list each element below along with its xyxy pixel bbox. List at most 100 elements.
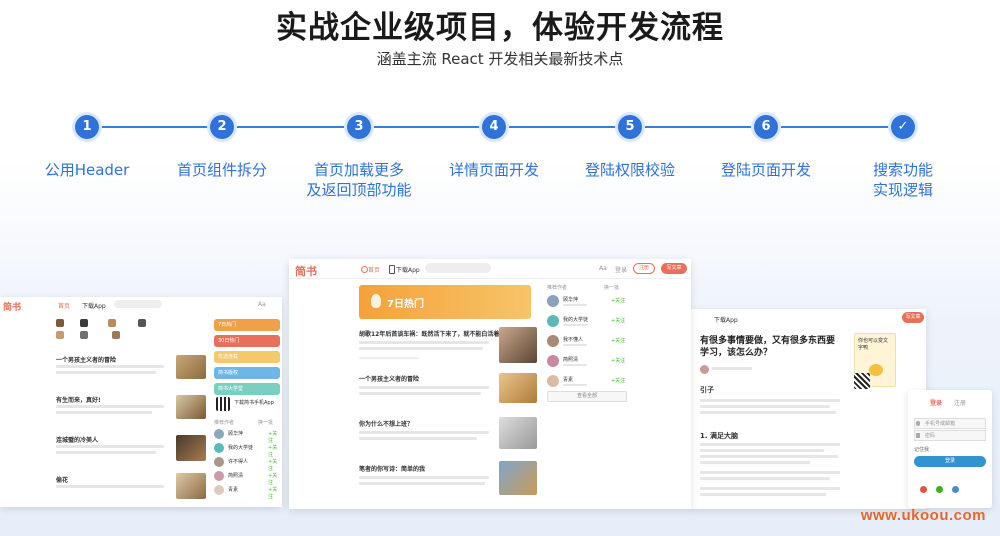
step-6-label: 登陆页面开发: [720, 161, 811, 179]
watermark: www.ukoou.com: [860, 507, 986, 524]
logo: 简书: [3, 303, 22, 313]
article-2-title[interactable]: 一个男孩主义者的冒险: [359, 374, 419, 383]
author-3[interactable]: 我不懂人: [563, 336, 583, 343]
left-follow-2: +关注: [268, 445, 278, 458]
nav-login-center[interactable]: 登录: [615, 265, 627, 274]
article-4-title[interactable]: 笔者的你写诗：简单的我: [359, 464, 425, 473]
step-5-dot: 5: [618, 115, 642, 139]
step-2-dot: 2: [210, 115, 234, 139]
nav-app-detail: 下载App: [714, 317, 738, 324]
left-follow-1: +关注: [268, 431, 278, 444]
view-all-authors-button[interactable]: 查看全部: [547, 391, 627, 402]
login-tab[interactable]: 登录: [930, 398, 942, 407]
follow-2[interactable]: +关注: [611, 317, 625, 324]
login-card: 登录 注册 手机号或邮箱 密码 记住我 登录: [908, 390, 992, 508]
signup-button-center[interactable]: 注册: [633, 263, 655, 274]
remember-me[interactable]: 记住我: [914, 446, 929, 453]
username-input[interactable]: 手机号或邮箱: [914, 418, 986, 429]
left-article-3-thumb: [176, 435, 206, 461]
nav-aa-center[interactable]: Aa: [599, 265, 607, 272]
left-banner-5: 简书大学堂: [214, 383, 280, 395]
page-subtitle: 涵盖主流 React 开发相关最新技术点: [376, 50, 624, 68]
logo-center: 简书: [295, 265, 317, 278]
left-article-4-thumb: [176, 473, 206, 499]
article-4-thumb[interactable]: [499, 461, 537, 495]
login-button[interactable]: 登录: [914, 456, 986, 467]
step-6-dot: 6: [754, 115, 778, 139]
detail-section-1: 1. 满足大脑: [700, 432, 738, 440]
detail-section-intro: 引子: [700, 386, 714, 394]
article-3-title[interactable]: 你为什么不想上班？: [359, 419, 413, 428]
left-article-4-title: 偷花: [56, 477, 69, 484]
hot-banner[interactable]: 7日热门: [359, 285, 531, 319]
qr-code-icon-detail: [854, 373, 870, 389]
article-2-thumb[interactable]: [499, 373, 537, 403]
recommend-title: 推荐作者: [547, 285, 568, 291]
nav-app-center[interactable]: 下载App: [396, 265, 420, 274]
left-article-1-thumb: [176, 355, 206, 379]
article-1-thumb[interactable]: [499, 327, 537, 363]
page-title: 实战企业级项目，体验开发流程: [276, 10, 724, 46]
article-3-thumb[interactable]: [499, 417, 537, 449]
follow-3[interactable]: +关注: [611, 337, 625, 344]
left-article-1-title: 一个男孩主义者的冒险: [56, 357, 117, 364]
step-4-label: 详情页面开发: [448, 161, 539, 179]
left-article-2-title: 有生而来，真好!: [56, 397, 101, 404]
left-author-4: 简照清: [228, 473, 244, 479]
fire-icon: [371, 294, 381, 308]
left-author-5: 青素: [228, 487, 239, 493]
download-app-text: 下载简书手机App: [234, 400, 274, 406]
left-author-3: 许不得人: [228, 459, 249, 465]
recommend-change[interactable]: 换一批: [604, 284, 619, 291]
author-2[interactable]: 我的大学徒: [563, 316, 588, 323]
ad-text: 你也可以变文字鸭: [858, 338, 889, 351]
left-follow-3: +关注: [268, 459, 278, 472]
step-3-label: 首页加载更多 及返回顶部功能: [306, 161, 412, 199]
left-banner-3: 优选连载: [214, 351, 280, 363]
step-5-label: 登陆权限校验: [584, 161, 675, 179]
home-screenshot-left: 简书 首页 下载App Aa 一个男孩主义者的冒险 有生而来，真好! 连城璧的冷…: [0, 297, 282, 507]
nav-home-center[interactable]: 首页: [368, 265, 380, 274]
left-banner-4: 简书版权: [214, 367, 280, 379]
article-1-title[interactable]: 胡歌12年后首谈车祸：既然活下来了，就不能白活着: [359, 329, 499, 338]
hot-banner-label: 7日热门: [387, 299, 424, 310]
step-4-dot: 4: [482, 115, 506, 139]
password-input[interactable]: 密码: [914, 430, 986, 441]
search-input: [114, 300, 162, 308]
step-7-check-icon: ✓: [891, 115, 915, 139]
step-1-dot: 1: [75, 115, 99, 139]
user-icon: [916, 421, 920, 426]
follow-4[interactable]: +关注: [611, 357, 625, 364]
detail-screenshot: 下载App 写文章 有很多事情要做，又有很多东西要学习，该怎么办？ 引子 1. …: [690, 309, 926, 509]
topic-row: [56, 319, 186, 339]
left-banner-2: 30日热门: [214, 335, 280, 347]
step-2-label: 首页组件拆分: [176, 161, 267, 179]
step-1-label: 公用Header: [44, 161, 130, 179]
write-button-detail: 写文章: [902, 312, 924, 323]
weibo-icon[interactable]: [920, 486, 927, 493]
left-article-2-thumb: [176, 395, 206, 419]
left-author-2: 我的大学徒: [228, 445, 254, 451]
wechat-icon[interactable]: [936, 486, 943, 493]
left-article-3-title: 连城璧的冷美人: [56, 437, 99, 444]
left-follow-5: +关注: [268, 487, 278, 500]
left-recommend-title: 推荐作者: [214, 420, 235, 426]
author-4[interactable]: 简照清: [563, 356, 578, 363]
author-1[interactable]: 顾华萍: [563, 296, 578, 303]
write-button-center[interactable]: 写文章: [661, 263, 687, 274]
nav-aa: Aa: [258, 301, 266, 308]
author-5[interactable]: 青素: [563, 376, 573, 383]
left-author-1: 顾华萍: [228, 431, 244, 437]
detail-title: 有很多事情要做，又有很多东西要学习，该怎么办？: [700, 336, 836, 358]
compass-icon: [361, 266, 368, 273]
step-3-dot: 3: [347, 115, 371, 139]
home-screenshot-center: 简书 首页 下载App Aa 登录 注册 写文章 7日热门 胡歌12年后首谈车祸…: [289, 259, 691, 509]
signup-tab[interactable]: 注册: [954, 398, 966, 407]
follow-1[interactable]: +关注: [611, 297, 625, 304]
qq-icon[interactable]: [952, 486, 959, 493]
nav-home: 首页: [58, 303, 71, 310]
left-follow-4: +关注: [268, 473, 278, 486]
search-input-center[interactable]: [425, 263, 491, 273]
left-banner-1: 7日热门: [214, 319, 280, 331]
follow-5[interactable]: +关注: [611, 377, 625, 384]
